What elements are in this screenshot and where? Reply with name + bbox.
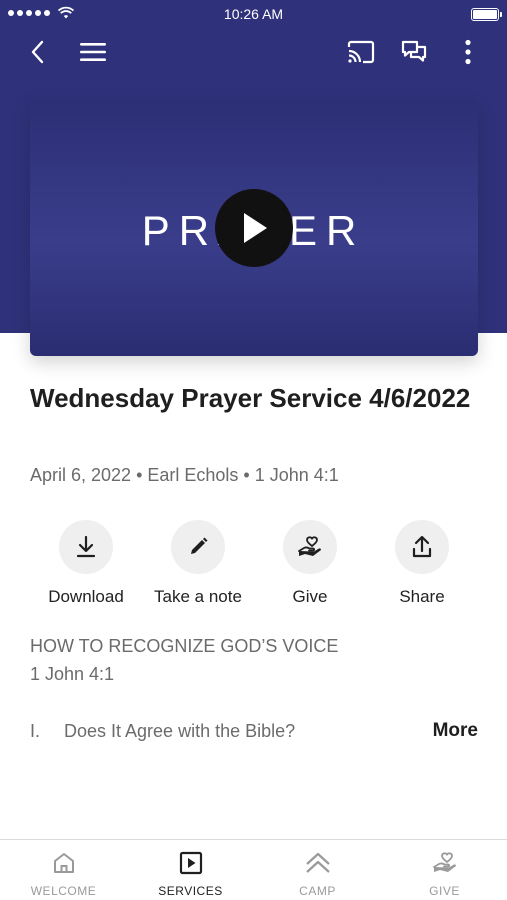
share-button[interactable]: Share: [366, 520, 478, 610]
action-row: Download Take a note Give Share: [30, 520, 478, 610]
chevron-left-icon: [31, 40, 44, 64]
battery-icon: [471, 8, 502, 21]
give-circle: [283, 520, 337, 574]
more-vertical-icon: [465, 39, 471, 65]
give-label: Give: [292, 587, 328, 606]
pencil-icon: [191, 537, 208, 554]
play-button[interactable]: [215, 189, 293, 267]
share-icon: [412, 535, 432, 558]
status-bar: 10:26 AM: [0, 0, 507, 28]
tab-services-label: SERVICES: [158, 884, 223, 898]
cast-icon: [347, 40, 375, 64]
more-options-button[interactable]: [452, 36, 484, 68]
tab-give-label: GIVE: [429, 884, 460, 898]
tab-welcome[interactable]: WELCOME: [0, 840, 127, 900]
tab-camp[interactable]: CAMP: [254, 840, 381, 900]
status-time: 10:26 AM: [223, 6, 284, 22]
sermon-title: Wednesday Prayer Service 4/6/2022: [30, 383, 471, 413]
tab-welcome-label: WELCOME: [30, 884, 97, 898]
hamburger-menu-icon: [80, 43, 106, 61]
tab-camp-label: CAMP: [299, 884, 336, 898]
back-button[interactable]: [22, 36, 54, 68]
outline-reference: 1 John 4:1: [30, 664, 115, 684]
chat-button[interactable]: [398, 36, 430, 68]
share-circle: [395, 520, 449, 574]
take-note-button[interactable]: Take a note: [142, 520, 254, 610]
tab-services[interactable]: SERVICES: [127, 840, 254, 900]
play-square-icon: [179, 851, 202, 875]
outline-heading: HOW TO RECOGNIZE GOD’S VOICE: [30, 636, 339, 656]
give-button[interactable]: Give: [254, 520, 366, 610]
share-label: Share: [399, 587, 445, 606]
hand-heart-icon: [432, 852, 456, 872]
sermon-meta: April 6, 2022 • Earl Echols • 1 John 4:1: [30, 465, 339, 485]
download-button[interactable]: Download: [30, 520, 142, 610]
menu-button[interactable]: [77, 36, 109, 68]
tab-give[interactable]: GIVE: [381, 840, 507, 900]
hand-heart-icon: [298, 536, 321, 556]
outline-item-text: Does It Agree with the Bible?: [64, 721, 296, 741]
take-note-circle: [171, 520, 225, 574]
download-label: Download: [48, 587, 124, 606]
bottom-tab-bar: WELCOME SERVICES CAMP GIVE: [0, 839, 507, 900]
chat-bubbles-icon: [401, 40, 427, 62]
home-icon: [53, 853, 74, 873]
play-icon: [244, 213, 267, 243]
more-link[interactable]: More: [433, 720, 478, 742]
take-note-label: Take a note: [154, 587, 242, 606]
download-icon: [76, 535, 96, 558]
outline-item-number: I.: [30, 721, 41, 741]
download-circle: [59, 520, 113, 574]
chevrons-up-icon: [305, 852, 330, 873]
cast-button[interactable]: [345, 36, 377, 68]
